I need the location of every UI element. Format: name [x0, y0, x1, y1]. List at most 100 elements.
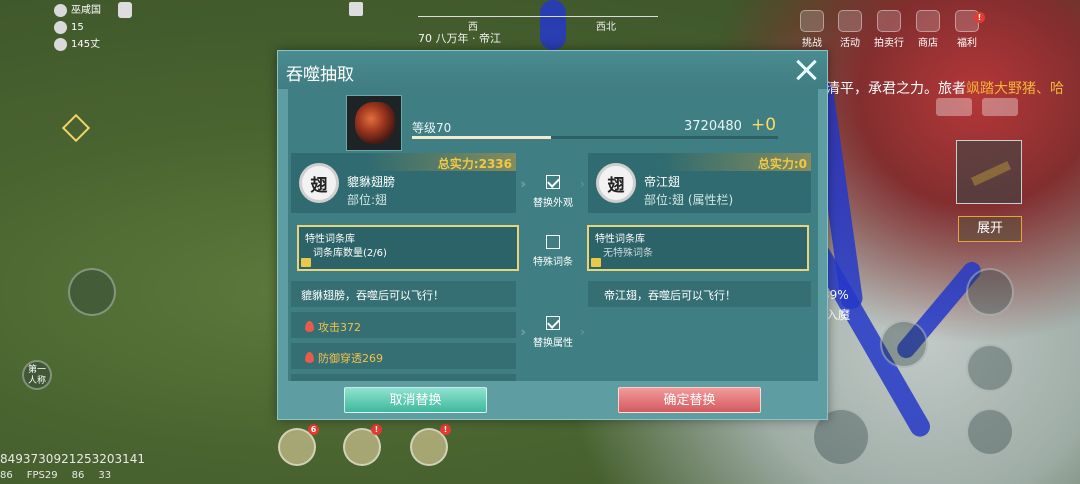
warning-icon[interactable] — [61, 113, 91, 143]
map-toggle-button[interactable] — [936, 98, 972, 116]
first-person-label: 第一人称 — [27, 365, 46, 386]
menu-label: 商店 — [918, 38, 938, 49]
temperature-icon — [54, 21, 67, 34]
sword-skill-button[interactable] — [68, 268, 116, 316]
dialog-body: 等级70 3720480 +0 总实力:2336 翅 貔貅翅膀 部位:翅 ›››… — [288, 89, 818, 381]
book-icon — [301, 258, 311, 267]
book-icon — [591, 258, 601, 267]
ping-value: 86 — [71, 470, 85, 481]
region-name: 巫咸国 — [71, 5, 101, 16]
dialog-title: 吞噬抽取 — [286, 65, 354, 85]
chat-highlight: 飒踏大野猪、哈 — [966, 81, 1064, 97]
target-part-slot: 部位:翅 (属性栏) — [644, 193, 734, 207]
menu-challenge[interactable]: 挑战 — [800, 10, 824, 49]
pet-image — [355, 102, 395, 144]
first-person-toggle[interactable]: 第一人称 — [22, 360, 52, 390]
region-icon — [54, 4, 67, 17]
skill-enter-label: 入魔 — [826, 308, 851, 322]
source-total-power: 总实力:2336 — [437, 157, 512, 171]
source-part-panel[interactable]: 总实力:2336 翅 貔貅翅膀 部位:翅 — [291, 153, 516, 213]
devour-extract-dialog: 吞噬抽取 等级70 3720480 +0 总实力:2336 翅 貔貅翅膀 部位:… — [277, 50, 828, 420]
special-trait-checkbox[interactable] — [546, 235, 560, 249]
arrow-icon: ››› — [520, 177, 527, 191]
menu-auction[interactable]: 拍卖行 — [874, 10, 904, 49]
hud-status: 巫咸国 15 145丈 — [54, 2, 101, 53]
replace-attribute-label: 替换属性 — [533, 338, 573, 349]
pet-portrait — [346, 95, 402, 151]
xp-bar — [412, 136, 778, 139]
menu-label: 福利 — [957, 38, 977, 49]
replace-attribute-checkbox[interactable] — [546, 316, 560, 330]
confirm-replace-button[interactable]: 确定替换 — [618, 387, 761, 413]
weapon-icon — [970, 160, 1012, 187]
attribute-attack: 攻击372 — [318, 321, 361, 334]
debug-id: 8493730921253203141 — [0, 452, 146, 466]
wing-emblem-icon: 翅 — [299, 163, 339, 203]
attribute-row-partial — [291, 374, 516, 381]
misc-value: 33 — [98, 470, 112, 481]
skill-slot[interactable] — [880, 320, 928, 368]
flame-icon — [305, 352, 314, 363]
emblem-text: 翅 — [607, 175, 625, 196]
target-library-title: 特性词条库 — [595, 234, 645, 245]
chat-text: 清平，承君之力。旅者 — [826, 81, 966, 97]
wing-emblem-icon: 翅 — [596, 163, 636, 203]
altitude-value: 145丈 — [71, 39, 101, 50]
chat-scroll: 清平，承君之力。旅者飒踏大野猪、哈 — [826, 78, 1064, 98]
power-value: 3720480 — [684, 119, 742, 134]
source-part-slot: 部位:翅 — [347, 193, 388, 207]
dialog-header: 吞噬抽取 — [278, 51, 827, 89]
arrow-icon: › — [580, 325, 584, 339]
auction-icon — [877, 10, 901, 32]
arrow-icon: ››› — [520, 325, 527, 339]
attribute-penetration: 防御穿透269 — [318, 352, 383, 365]
menu-label: 挑战 — [802, 38, 822, 49]
flame-icon — [305, 321, 314, 332]
menu-activity[interactable]: 活动 — [838, 10, 862, 49]
character-icon[interactable] — [118, 2, 132, 18]
quick-item-slot[interactable] — [956, 140, 1022, 204]
replace-appearance-checkbox[interactable] — [546, 175, 560, 189]
level-label: 等级70 — [412, 121, 452, 135]
shop-icon — [916, 10, 940, 32]
list-menu-icon[interactable] — [349, 2, 363, 16]
chat-alert-badge: ! — [440, 424, 451, 435]
target-library-status: 无特殊词条 — [603, 248, 653, 259]
menu-shop[interactable]: 商店 — [916, 10, 940, 49]
target-part-panel[interactable]: 总实力:0 翅 帝江翅 部位:翅 (属性栏) — [588, 153, 811, 213]
source-effect-row: 貔貅翅膀，吞噬后可以飞行！ — [291, 281, 516, 307]
target-effect-text: 帝江翅，吞噬后可以飞行！ — [604, 289, 736, 302]
gift-alert-badge: ! — [974, 12, 985, 23]
target-trait-library[interactable]: 特性词条库 无特殊词条 — [587, 225, 809, 271]
special-trait-label: 特殊词条 — [533, 257, 573, 268]
arrow-icon: › — [580, 177, 584, 191]
target-total-power: 总实力:0 — [757, 157, 807, 171]
battery-value: 86 — [0, 470, 13, 481]
link-button[interactable] — [982, 98, 1018, 116]
menu-label: 活动 — [840, 38, 860, 49]
fps-value: FPS29 — [26, 470, 58, 481]
cancel-replace-button[interactable]: 取消替换 — [344, 387, 487, 413]
home-badge: 6 — [308, 424, 319, 435]
skill-slot[interactable] — [966, 344, 1014, 392]
xp-fill — [412, 136, 552, 139]
skill-slot[interactable] — [966, 408, 1014, 456]
location-info: 70 八万年 · 帝江 — [418, 32, 501, 45]
status-bar: 86 FPS29 86 33 — [0, 470, 111, 481]
expand-label: 展开 — [976, 221, 1003, 236]
attribute-row: 防御穿透269 — [291, 343, 516, 369]
power-delta: +0 — [751, 115, 777, 135]
close-button[interactable] — [793, 57, 819, 83]
source-library-title: 特性词条库 — [305, 234, 355, 245]
expand-button[interactable]: 展开 — [958, 216, 1022, 242]
challenge-icon — [800, 10, 824, 32]
bag-alert-badge: ! — [371, 424, 382, 435]
emblem-text: 翅 — [310, 175, 328, 196]
source-part-name: 貔貅翅膀 — [347, 175, 396, 189]
source-library-count: 词条库数量(2/6) — [313, 248, 387, 259]
replace-appearance-label: 替换外观 — [533, 198, 573, 209]
altitude-icon — [54, 38, 67, 51]
source-trait-library[interactable]: 特性词条库 词条库数量(2/6) — [297, 225, 519, 271]
compass-northwest: 西北 — [596, 22, 616, 33]
skill-slot[interactable] — [966, 268, 1014, 316]
